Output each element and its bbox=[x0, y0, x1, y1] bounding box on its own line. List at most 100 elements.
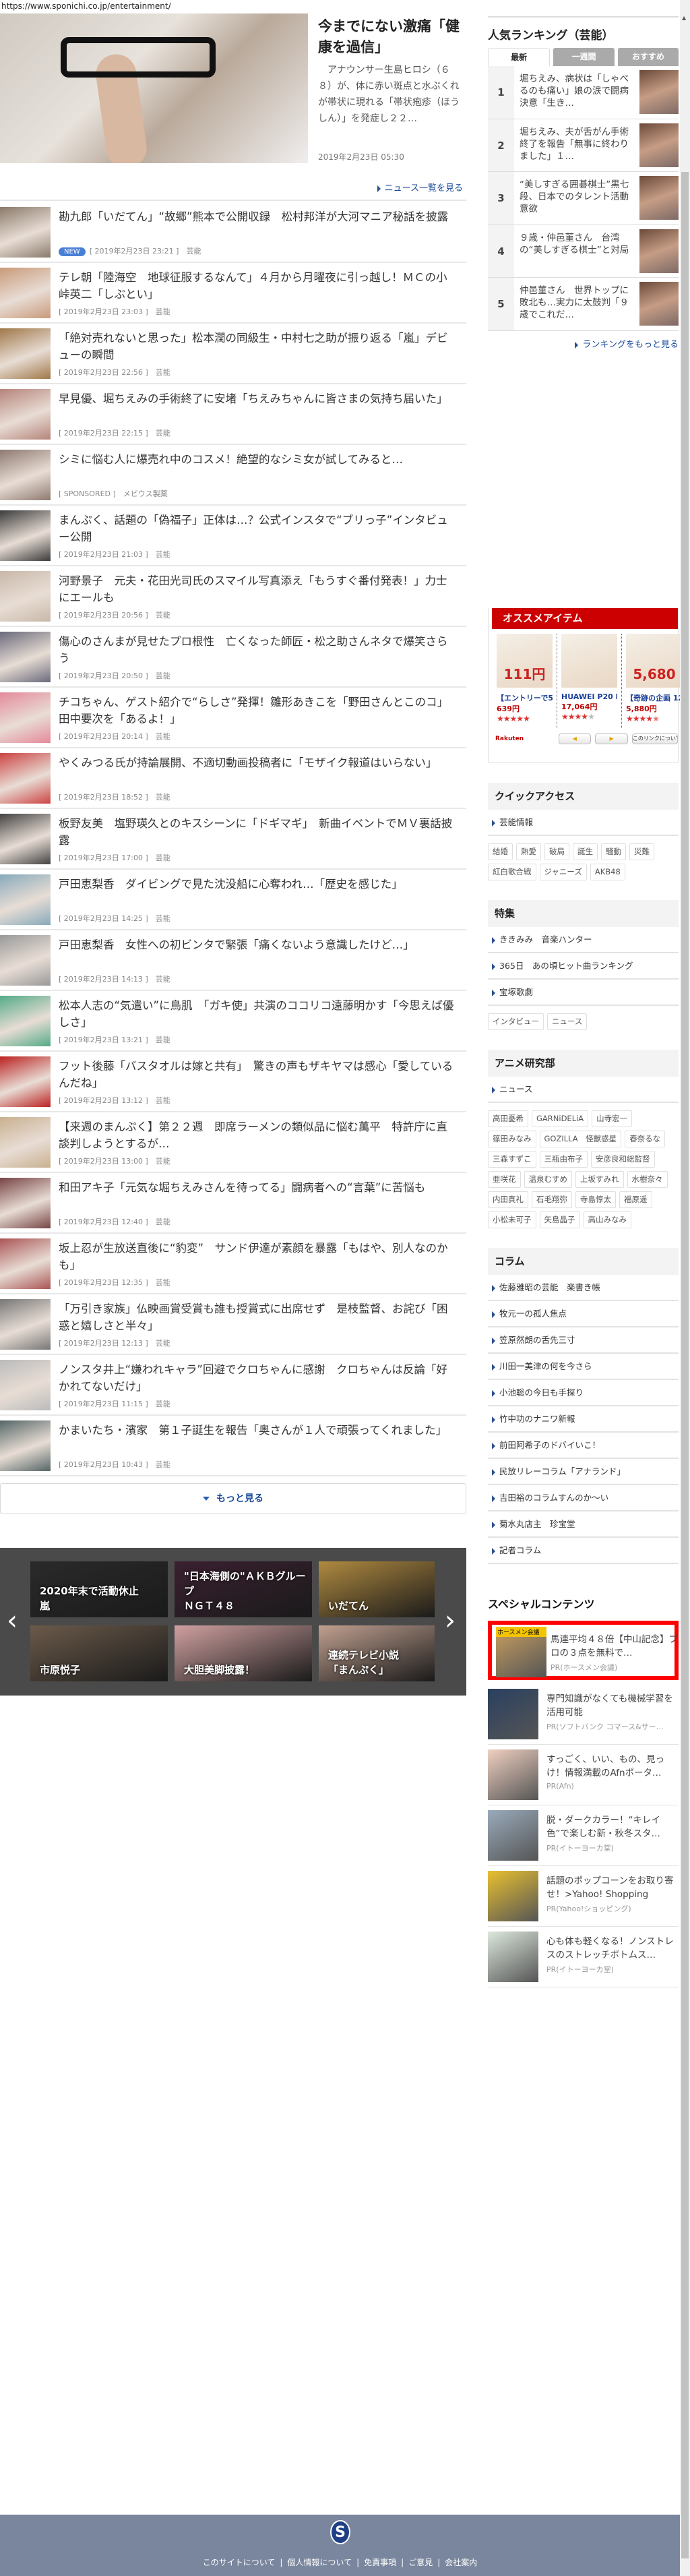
news-thumbnail[interactable] bbox=[0, 207, 51, 258]
hero-image[interactable] bbox=[0, 13, 308, 163]
ad-next-button[interactable]: ▶ bbox=[595, 733, 628, 744]
hero-title[interactable]: 今までにない激痛「健康を過信」 bbox=[318, 16, 463, 58]
ranking-item[interactable]: 4 ９歳・仲邑菫さん 台湾の“美しすぎる棋士”と対局 bbox=[488, 224, 679, 278]
footer-link[interactable]: このサイトについて bbox=[203, 2558, 276, 2567]
tag-link[interactable]: 水樹奈々 bbox=[627, 1171, 668, 1188]
rank-title[interactable]: 堀ちえみ、夫が舌がん手術終了を報告「無事に終わりました」１… bbox=[520, 126, 634, 162]
news-item[interactable]: 坂上忍が生放送直後に“豹変” サンド伊達が素顔を暴露「もはや、別人なのかも」 [ … bbox=[0, 1234, 466, 1294]
quick-access-link[interactable]: 芸能情報 bbox=[488, 810, 679, 836]
ranking-item[interactable]: 1 堀ちえみ、病状は「しゃべるのも痛い」娘の涙で闘病決意「生き… bbox=[488, 66, 679, 119]
sidebar-link[interactable]: 佐藤雅昭の芸能 楽書き帳 bbox=[488, 1275, 679, 1301]
product-card[interactable]: 111円 【エントリーで50 639円 ★★★★★ bbox=[493, 634, 557, 728]
carousel-tile[interactable]: 大胆美脚披露！ bbox=[175, 1625, 312, 1681]
sidebar-link[interactable]: 吉田裕のコラムすんのか～い bbox=[488, 1485, 679, 1511]
news-title[interactable]: 勘九郎「いだてん」“故郷”熊本で公開収録 松村邦洋が大河マニア秘話を披露 bbox=[59, 208, 456, 225]
news-title[interactable]: テレ朝「陸海空 地球征服するなんて」４月から月曜夜に引っ越し！ＭＣの小峠英二「し… bbox=[59, 269, 456, 303]
sponichi-logo[interactable]: S bbox=[330, 2520, 350, 2544]
tag-link[interactable]: 篠田みなみ bbox=[488, 1131, 536, 1147]
tab-latest[interactable]: 最新 bbox=[488, 48, 551, 66]
sidebar-link[interactable]: 牧元一の孤人焦点 bbox=[488, 1301, 679, 1327]
tag-link[interactable]: 高田憂希 bbox=[488, 1110, 528, 1127]
special-item[interactable]: 専門知識がなくても機械学習を活用可能 PR(ソフトバンク コマース&サー… bbox=[488, 1684, 679, 1745]
news-title[interactable]: 和田アキ子「元気な堀ちえみさんを待ってる」闘病者への“言葉”に苦悩も bbox=[59, 1179, 456, 1196]
sidebar-link[interactable]: 竹中功のナニワ新報 bbox=[488, 1406, 679, 1433]
news-thumbnail[interactable] bbox=[0, 510, 51, 561]
news-thumbnail[interactable] bbox=[0, 935, 51, 986]
ranking-item[interactable]: 2 堀ちえみ、夫が舌がん手術終了を報告「無事に終わりました」１… bbox=[488, 119, 679, 172]
news-thumbnail[interactable] bbox=[0, 1117, 51, 1168]
chevron-right-icon[interactable]: › bbox=[445, 1607, 456, 1634]
carousel-tile[interactable]: "日本海側の"ＡＫＢグループ ＮＧＴ４８ bbox=[175, 1561, 312, 1617]
product-name[interactable]: 【エントリーで50 bbox=[497, 692, 553, 703]
special-title[interactable]: 専門知識がなくても機械学習を活用可能 bbox=[546, 1692, 679, 1719]
special-thumbnail[interactable] bbox=[488, 1931, 538, 1982]
news-thumbnail[interactable] bbox=[0, 328, 51, 379]
news-thumbnail[interactable] bbox=[0, 1360, 51, 1410]
news-title[interactable]: 戸田恵梨香 女性への初ビンタで緊張「痛くないよう意識したけど…」 bbox=[59, 936, 456, 953]
sidebar-link[interactable]: 民放リレーコラム「アナランド」 bbox=[488, 1459, 679, 1485]
news-title[interactable]: フット後藤「バスタオルは嫁と共有」 驚きの声もザキヤマは感心「愛しているんだね」 bbox=[59, 1058, 456, 1091]
rank-title[interactable]: 堀ちえみ、病状は「しゃべるのも痛い」娘の涙で闘病決意「生き… bbox=[520, 73, 634, 109]
sidebar-link[interactable]: 前田阿希子のドバイいこ！ bbox=[488, 1433, 679, 1459]
ad-prev-button[interactable]: ◀ bbox=[558, 733, 592, 744]
rank-thumbnail[interactable] bbox=[639, 176, 679, 220]
product-card[interactable]: 5,680 【奇跡の企画 12 5,880円 ★★★★★ bbox=[622, 634, 687, 728]
tag-link[interactable]: 温泉むすめ bbox=[524, 1171, 572, 1188]
tag-link[interactable]: 安彦良和総監督 bbox=[591, 1151, 655, 1168]
rank-title[interactable]: 仲邑菫さん 世界トップに敗北も…実力に太鼓判「９歳でこれだ… bbox=[520, 284, 634, 321]
news-thumbnail[interactable] bbox=[0, 1238, 51, 1289]
rank-thumbnail[interactable] bbox=[639, 282, 679, 326]
product-card[interactable]: HUAWEI P20 lit17,064円★★★★★ bbox=[557, 634, 622, 728]
tag-link[interactable]: GARNiDELiA bbox=[532, 1110, 589, 1127]
special-thumbnail[interactable] bbox=[488, 1871, 538, 1921]
special-item[interactable]: すっごく、いい、もの、見っけ！情報満載のAfnポータ… PR(Afn) bbox=[488, 1745, 679, 1805]
tag-link[interactable]: 誕生 bbox=[573, 843, 598, 860]
news-thumbnail[interactable] bbox=[0, 389, 51, 440]
sidebar-link[interactable]: 菊水丸店主 珍宝堂 bbox=[488, 1511, 679, 1538]
tag-link[interactable]: 春奈るな bbox=[625, 1131, 666, 1147]
special-item[interactable]: ホースメン会議 馬連平均４８倍【中山記念】プロの３点を無料で… PR(ホースメン会議… bbox=[488, 1621, 679, 1680]
special-thumbnail[interactable] bbox=[488, 1689, 538, 1739]
rank-title[interactable]: “美しすぎる囲碁棋士”黒七段、日本でのタレント活動意欲 bbox=[520, 179, 634, 215]
footer-link[interactable]: 免責事項 bbox=[364, 2558, 396, 2567]
ranking-more-link[interactable]: ランキングをもっと見る bbox=[575, 337, 679, 350]
news-thumbnail[interactable] bbox=[0, 571, 51, 622]
news-item[interactable]: やくみつる氏が持論展開、不適切動画投稿者に「モザイク報道はいらない」 [ 2019… bbox=[0, 748, 466, 809]
tag-link[interactable]: 石毛翔弥 bbox=[532, 1191, 572, 1208]
tag-link[interactable]: 内田真礼 bbox=[488, 1191, 528, 1208]
special-item[interactable]: 心も体も軽くなる！ノンストレスのストレッチボトムス… PR(イトーヨーカ堂) bbox=[488, 1927, 679, 1987]
news-item[interactable]: 「万引き家族」仏映画賞受賞も誰も授賞式に出席せず 是枝監督、お詫び「困惑と嬉しさ… bbox=[0, 1294, 466, 1355]
special-title[interactable]: 馬連平均４８倍【中山記念】プロの３点を無料で… bbox=[551, 1633, 683, 1660]
product-image[interactable] bbox=[561, 634, 617, 688]
carousel-tile[interactable]: 連続テレビ小説 「まんぷく」 bbox=[319, 1625, 435, 1681]
news-thumbnail[interactable] bbox=[0, 996, 51, 1046]
news-item[interactable]: 戸田恵梨香 女性への初ビンタで緊張「痛くないよう意識したけど…」 [ 2019年2… bbox=[0, 930, 466, 991]
news-title[interactable]: 傷心のさんまが見せたプロ根性 亡くなった師匠・松之助さんネタで爆笑さらう bbox=[59, 633, 456, 667]
sidebar-link[interactable]: 宝塚歌劇 bbox=[488, 980, 679, 1006]
ad-about-link[interactable]: このリンクについて bbox=[631, 733, 678, 744]
rank-title[interactable]: ９歳・仲邑菫さん 台湾の“美しすぎる棋士”と対局 bbox=[520, 232, 634, 256]
news-item[interactable]: 松本人志の“気遣い”に鳥肌 「ガキ使」共演のココリコ遠藤明かす「今思えば優しさ」… bbox=[0, 991, 466, 1052]
news-item[interactable]: ノンスタ井上“嫌われキャラ”回避でクロちゃんに感謝 クロちゃんは反論「好かれてな… bbox=[0, 1355, 466, 1416]
news-title[interactable]: 「絶対売れないと思った」松本潤の同級生・中村七之助が振り返る「嵐」デビューの瞬間 bbox=[59, 330, 456, 363]
news-item[interactable]: 戸田恵梨香 ダイビングで見た沈没船に心奪われ…「歴史を感じた」 [ 2019年2月… bbox=[0, 870, 466, 930]
news-thumbnail[interactable] bbox=[0, 874, 51, 925]
news-title[interactable]: 「万引き家族」仏映画賞受賞も誰も授賞式に出席せず 是枝監督、お詫び「困惑と嬉しさ… bbox=[59, 1300, 456, 1334]
news-thumbnail[interactable] bbox=[0, 753, 51, 804]
tag-link[interactable]: 亜咲花 bbox=[488, 1171, 521, 1188]
news-item[interactable]: フット後藤「バスタオルは嫁と共有」 驚きの声もザキヤマは感心「愛しているんだね」… bbox=[0, 1052, 466, 1112]
tag-link[interactable]: 紅白歌合戦 bbox=[488, 864, 536, 880]
rank-thumbnail[interactable] bbox=[639, 70, 679, 114]
news-thumbnail[interactable] bbox=[0, 1420, 51, 1471]
special-thumbnail[interactable] bbox=[488, 1810, 538, 1861]
rank-thumbnail[interactable] bbox=[639, 123, 679, 167]
news-title[interactable]: シミに悩む人に爆売れ中のコスメ！絶望的なシミ女が試してみると… bbox=[59, 451, 456, 468]
tag-link[interactable]: 小松未可子 bbox=[488, 1211, 536, 1228]
ranking-item[interactable]: 3 “美しすぎる囲碁棋士”黒七段、日本でのタレント活動意欲 bbox=[488, 172, 679, 225]
news-item[interactable]: 【来週のまんぷく】第２２週 即席ラーメンの類似品に悩む萬平 特許庁に直談判しよう… bbox=[0, 1112, 466, 1173]
news-title[interactable]: やくみつる氏が持論展開、不適切動画投稿者に「モザイク報道はいらない」 bbox=[59, 754, 456, 771]
news-thumbnail[interactable] bbox=[0, 1056, 51, 1107]
anime-news-link[interactable]: ニュース bbox=[488, 1077, 679, 1103]
tag-link[interactable]: 結婚 bbox=[488, 843, 513, 860]
footer-link[interactable]: ご意見 bbox=[408, 2558, 433, 2567]
